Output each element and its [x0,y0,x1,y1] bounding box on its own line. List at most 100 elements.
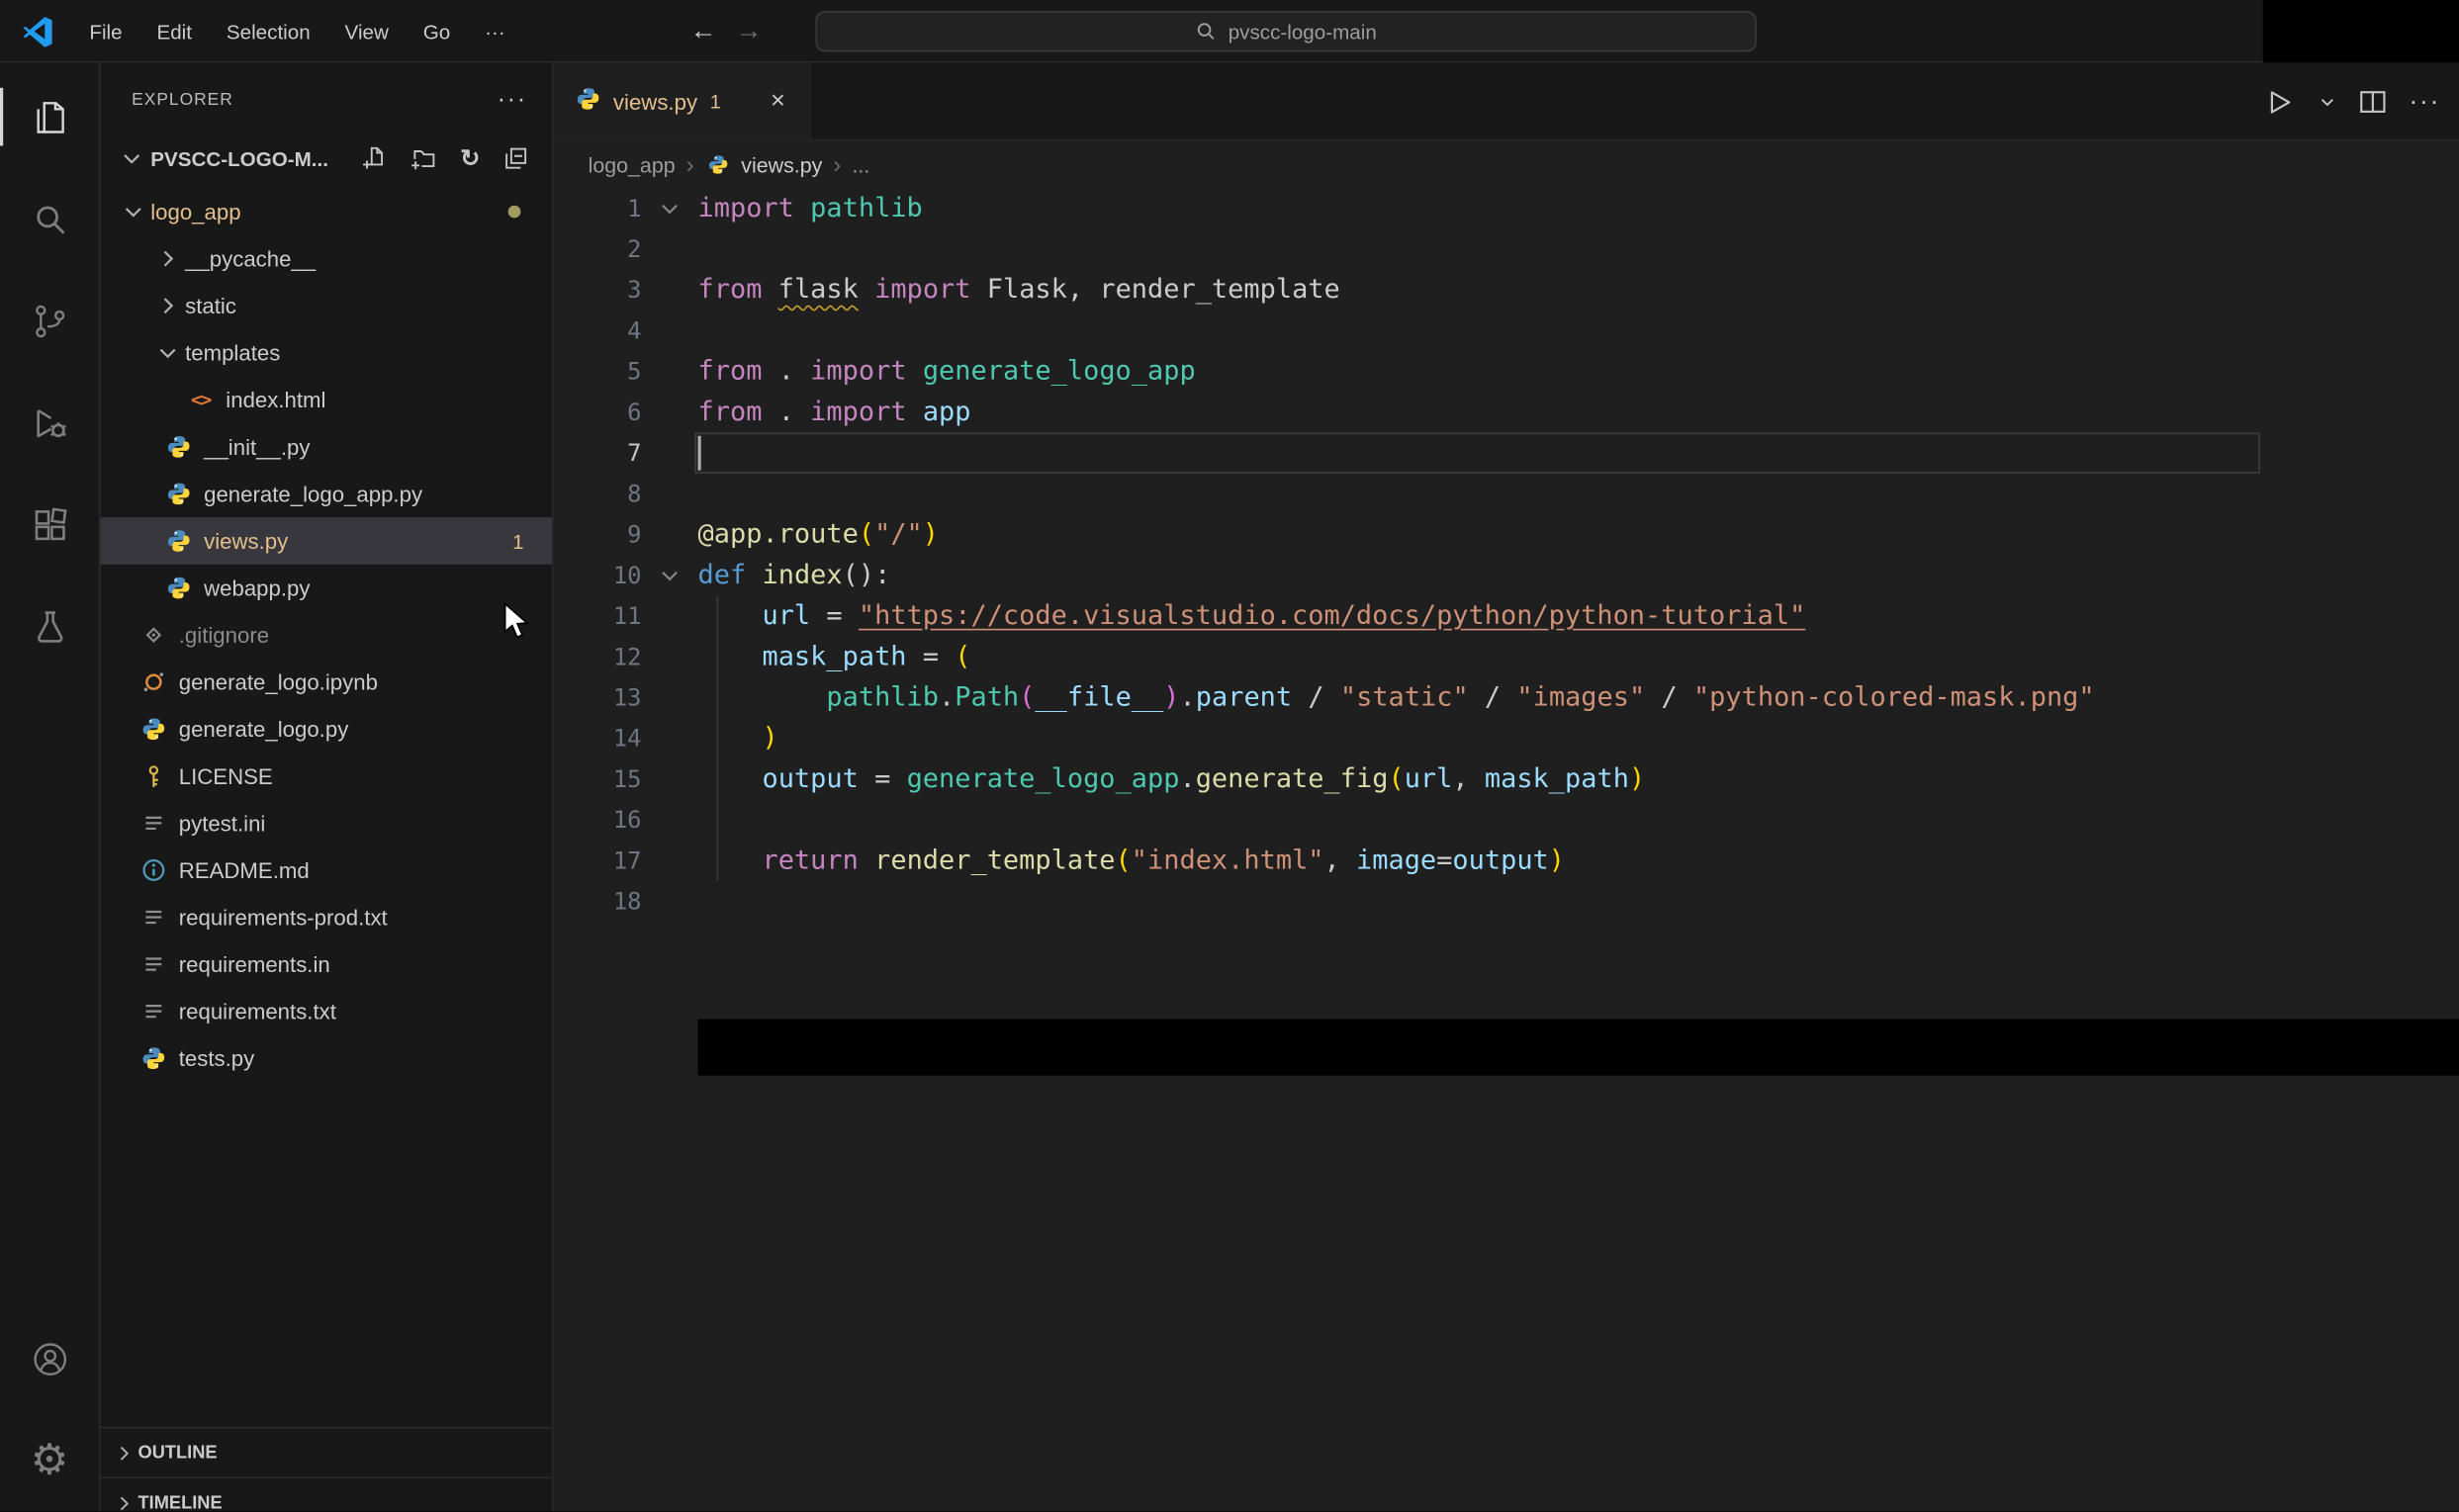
tree-item-generate_logo.py[interactable]: generate_logo.py [100,705,552,753]
tree-item-static[interactable]: static [100,282,552,329]
chevron-right-icon [153,293,182,317]
code-line-9[interactable]: 9 @app.route("/") [554,514,2459,555]
code-line-6[interactable]: 6 from . import app [554,392,2459,432]
code-line-5[interactable]: 5 from . import generate_logo_app [554,351,2459,392]
code-line-11[interactable]: 11 url = "https://code.visualstudio.com/… [554,595,2459,636]
code-line-1[interactable]: 1 import pathlib [554,188,2459,228]
explorer-toolbar: ↻ [363,145,552,170]
tree-item-views.py[interactable]: views.py 1 [100,517,553,565]
code-line-15[interactable]: 15 output = generate_logo_app.generate_f… [554,758,2459,799]
tree-item-LICENSE[interactable]: LICENSE [100,753,552,800]
config-file-icon [141,999,166,1023]
editor-more-actions-icon[interactable]: ··· [2409,86,2440,118]
new-file-icon[interactable] [363,145,388,170]
tree-item-__pycache__[interactable]: __pycache__ [100,235,552,283]
run-button[interactable] [2263,85,2296,118]
activity-testing-button[interactable] [0,576,99,677]
outline-section-header[interactable]: OUTLINE [100,1426,553,1477]
new-folder-icon[interactable] [411,145,436,170]
collapse-all-icon[interactable] [503,145,528,170]
explorer-more-actions-icon[interactable]: ··· [498,86,527,115]
fold-chevron-icon[interactable] [641,563,697,587]
license-file-icon [141,763,166,788]
run-dropdown-chevron-icon[interactable] [2318,93,2336,112]
tree-item-.gitignore[interactable]: .gitignore [100,611,552,659]
forward-arrow-icon[interactable]: → [736,16,763,47]
code-line-18[interactable]: 18 [554,881,2459,922]
code-line-4[interactable]: 4 [554,311,2459,351]
breadcrumb-folder[interactable]: logo_app [589,153,676,177]
code-line-14[interactable]: 14 ) [554,718,2459,758]
tree-item-index.html[interactable]: <> index.html [100,377,552,424]
tree-item-requirements-prod.txt[interactable]: requirements-prod.txt [100,894,552,941]
menu-view[interactable]: View [327,11,406,51]
menu-more[interactable]: ··· [468,11,522,51]
code-line-10[interactable]: 10 def index(): [554,555,2459,595]
explorer-title: EXPLORER [132,90,233,110]
nav-history: ← → [690,0,763,62]
tree-item-logo_app[interactable]: logo_app [100,188,552,235]
line-number: 3 [627,276,642,305]
activity-extensions-button[interactable] [0,474,99,576]
tree-item-requirements.in[interactable]: requirements.in [100,940,552,988]
tree-item-label: requirements-prod.txt [178,904,388,931]
tree-item-tests.py[interactable]: tests.py [100,1034,552,1082]
tree-item-generate_logo_app.py[interactable]: generate_logo_app.py [100,471,552,518]
line-number: 18 [612,887,642,916]
workspace-root-row[interactable]: PVSCC-LOGO-M... ↻ [100,138,552,179]
back-arrow-icon[interactable]: ← [690,16,717,47]
menu-edit[interactable]: Edit [139,11,209,51]
activity-explorer-button[interactable] [0,66,99,168]
tree-item-generate_logo.ipynb[interactable]: generate_logo.ipynb [100,659,552,706]
code-editor[interactable]: 1 import pathlib 2 3 from flask import Flask… [554,188,2459,1511]
chevron-down-icon [153,340,182,365]
tree-item-__init__.py[interactable]: __init__.py [100,423,552,471]
activity-settings-button[interactable]: ⚙ [0,1409,99,1511]
code-line-17[interactable]: 17 return render_template("index.html", … [554,841,2459,881]
fold-chevron-icon[interactable] [641,196,697,221]
activity-source-control-button[interactable] [0,270,99,372]
tree-item-README.md[interactable]: README.md [100,846,552,894]
command-center-search[interactable]: pvscc-logo-main [815,11,1757,52]
tree-item-requirements.txt[interactable]: requirements.txt [100,988,552,1035]
tree-item-templates[interactable]: templates [100,329,552,377]
code-line-7[interactable]: 7 [554,432,2459,474]
tab-views-py[interactable]: views.py 1 × [553,62,811,140]
code-line-16[interactable]: 16 [554,800,2459,841]
code-line-2[interactable]: 2 [554,228,2459,269]
menu-selection[interactable]: Selection [209,11,327,51]
tree-item-label: logo_app [150,199,241,224]
vscode-logo-icon [21,14,55,48]
tree-item-label: requirements.in [178,951,330,977]
tree-item-pytest.ini[interactable]: pytest.ini [100,800,552,847]
close-icon[interactable]: × [763,85,794,117]
menu-go[interactable]: Go [406,11,467,51]
html-file-icon: <> [191,389,212,411]
tree-item-webapp.py[interactable]: webapp.py [100,565,552,612]
extensions-icon [29,504,69,545]
code-text: ) [762,722,778,755]
code-line-13[interactable]: 13 pathlib.Path(__file__).parent / "stat… [554,677,2459,718]
menu-file[interactable]: File [72,11,139,51]
activity-bar: ⚙ [0,62,101,1512]
activity-run-debug-button[interactable] [0,372,99,474]
python-file-icon [166,576,191,600]
timeline-section-header[interactable]: TIMELINE [100,1476,553,1512]
editor-group: views.py 1 × ··· logo_app › views.py › .… [553,62,2459,1512]
code-line-12[interactable]: 12 mask_path = ( [554,637,2459,677]
code-line-8[interactable]: 8 [554,474,2459,514]
code-line-3[interactable]: 3 from flask import Flask, render_templat… [554,270,2459,311]
breadcrumb-file[interactable]: views.py [741,153,822,177]
split-editor-icon[interactable] [2359,88,2388,117]
code-text: def index(): [697,560,891,591]
chevron-right-icon: › [685,151,694,178]
line-number: 17 [612,846,642,875]
refresh-icon[interactable]: ↻ [460,146,480,170]
tree-item-label: tests.py [178,1045,255,1071]
activity-search-button[interactable] [0,168,99,270]
breadcrumb-symbol[interactable]: ... [852,153,869,177]
vscode-window: File Edit Selection View Go ··· ← → pvscc-log… [0,0,2459,1512]
tree-item-label: README.md [178,857,310,883]
config-file-icon [141,811,166,836]
activity-account-button[interactable] [0,1307,99,1409]
